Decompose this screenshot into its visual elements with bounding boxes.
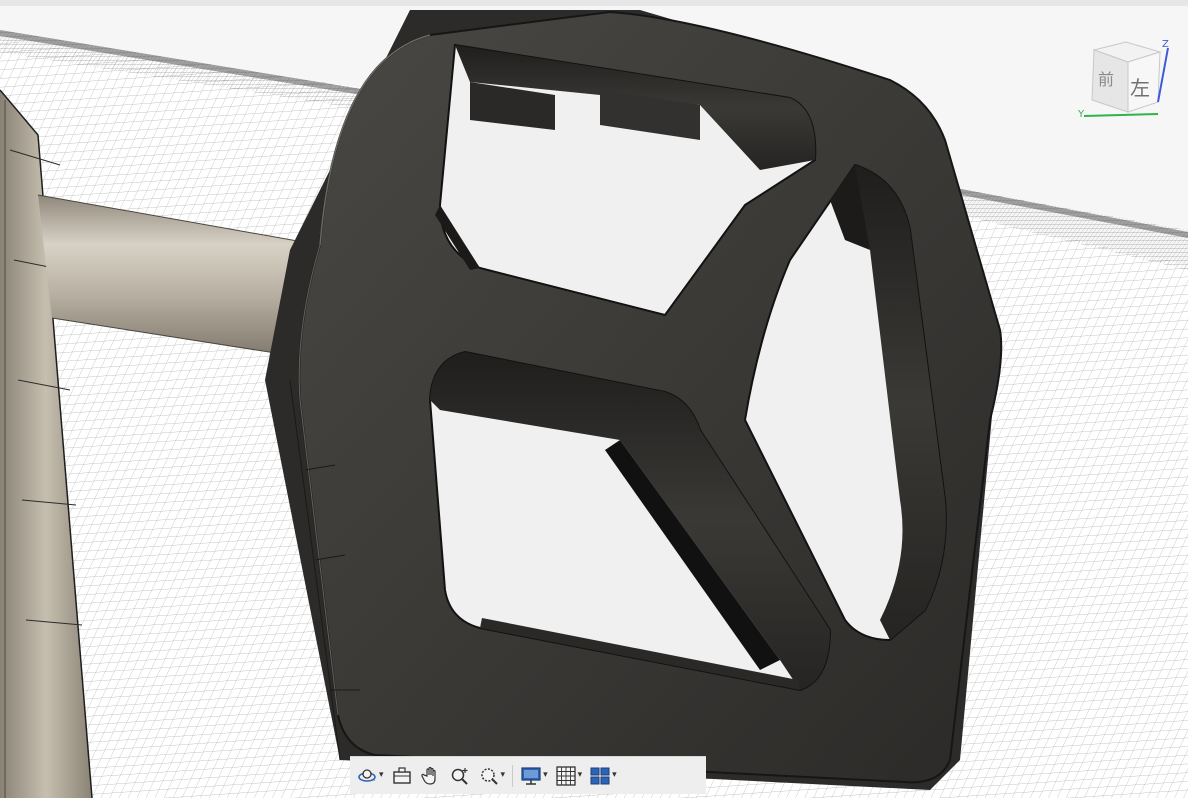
navigation-toolbar: ▾ ▾ ▾ ▾ ▾ xyxy=(350,756,706,794)
grid-settings-button[interactable]: ▾ xyxy=(553,761,585,791)
orbit-button[interactable]: ▾ xyxy=(354,761,386,791)
viewports-icon xyxy=(590,767,610,784)
pan-button[interactable] xyxy=(418,761,444,791)
viewports-dropdown-caret[interactable]: ▾ xyxy=(612,771,617,780)
pan-hand-icon xyxy=(420,766,436,785)
grid-settings-dropdown-caret[interactable]: ▾ xyxy=(578,771,583,780)
orbit-icon xyxy=(358,768,376,782)
view-cube-icon xyxy=(1083,41,1169,117)
fit-button[interactable]: ▾ xyxy=(476,761,508,791)
view-cube[interactable]: 左 前 Z Y xyxy=(1074,40,1178,122)
look-at-button[interactable] xyxy=(389,761,415,791)
toolbar-separator xyxy=(512,764,514,787)
viewports-button[interactable]: ▾ xyxy=(587,761,619,791)
axis-y xyxy=(1083,113,1159,117)
fit-dropdown-caret[interactable]: ▾ xyxy=(501,771,506,780)
model-canvas[interactable] xyxy=(0,0,1188,798)
axis-y-label: Y xyxy=(1078,109,1085,120)
viewport-top-edge xyxy=(0,0,1188,6)
display-settings-dropdown-caret[interactable]: ▾ xyxy=(543,771,548,780)
zoom-icon xyxy=(451,767,468,785)
zoom-window-icon xyxy=(480,767,498,785)
pedal-body xyxy=(265,10,1003,790)
orbit-dropdown-caret[interactable]: ▾ xyxy=(379,771,384,780)
display-monitor-icon xyxy=(521,766,541,785)
look-at-icon xyxy=(392,766,411,784)
axis-z-label: Z xyxy=(1162,39,1169,50)
grid-icon xyxy=(555,765,576,786)
zoom-button[interactable] xyxy=(447,761,473,791)
3d-viewport[interactable]: 左 前 Z Y ▾ ▾ ▾ ▾ ▾ xyxy=(0,0,1188,798)
cube-face-left[interactable]: 左 xyxy=(1130,78,1150,98)
cube-face-front[interactable]: 前 xyxy=(1098,72,1114,88)
display-settings-button[interactable]: ▾ xyxy=(518,761,550,791)
